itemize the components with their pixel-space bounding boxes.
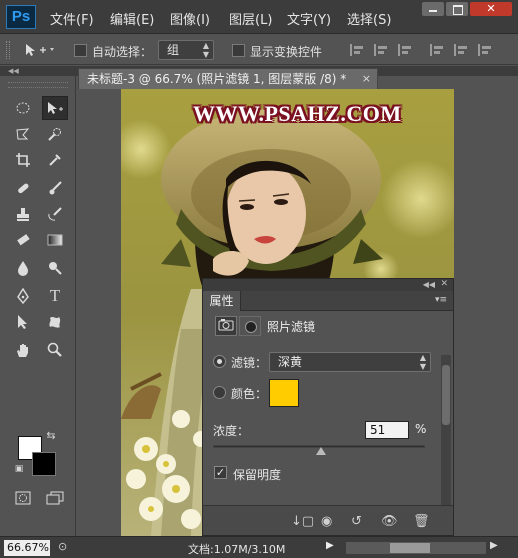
- pen-tool-icon[interactable]: [10, 284, 36, 308]
- brush-tool-icon[interactable]: [42, 176, 68, 200]
- scroll-right-arrow-icon[interactable]: ▶: [490, 540, 498, 551]
- filter-label: 滤镜：: [231, 356, 268, 370]
- menu-select[interactable]: 选择(S): [347, 9, 391, 28]
- tools-collapse-icon[interactable]: ◀◀: [0, 66, 76, 76]
- align-left-icon[interactable]: [350, 44, 364, 56]
- menu-image[interactable]: 图像(I): [170, 9, 210, 28]
- preserve-luminosity-label: 保留明度: [233, 468, 282, 482]
- horizontal-scrollbar-thumb[interactable]: [390, 543, 430, 553]
- swap-colors-icon[interactable]: ⇆: [44, 428, 58, 442]
- scrollbar-thumb[interactable]: [442, 365, 450, 425]
- screen-mode-icon[interactable]: [42, 486, 68, 510]
- density-input[interactable]: 51: [365, 421, 409, 439]
- properties-panel-header: ◀◀ ✕: [203, 279, 453, 291]
- move-tool-preset-icon[interactable]: [24, 42, 56, 62]
- marquee-tool-icon[interactable]: [10, 96, 36, 120]
- close-button[interactable]: ✕: [470, 2, 512, 16]
- path-selection-tool-icon[interactable]: [10, 310, 36, 334]
- custom-shape-tool-icon[interactable]: [42, 310, 68, 334]
- move-tool-icon[interactable]: [42, 96, 68, 120]
- photoshop-logo: Ps: [6, 5, 36, 29]
- blur-tool-icon[interactable]: [10, 256, 36, 280]
- filter-value: 深黄: [278, 355, 303, 369]
- density-unit: %: [415, 422, 427, 436]
- adjustment-title: 照片滤镜: [267, 320, 316, 334]
- crop-tool-icon[interactable]: [10, 148, 36, 172]
- clone-stamp-tool-icon[interactable]: [10, 202, 36, 226]
- tools-panel: ◀◀ T ⇆ ▣: [0, 66, 76, 536]
- filter-color-swatch[interactable]: [269, 379, 299, 407]
- hand-tool-icon[interactable]: [10, 338, 36, 362]
- document-tab-title: 未标题-3 @ 66.7% (照片滤镜 1, 图层蒙版 /8) *: [87, 72, 347, 86]
- watermark-text: WWW.PSAHZ.COM: [193, 101, 402, 126]
- quick-mask-icon[interactable]: [10, 486, 36, 510]
- menu-layer[interactable]: 图层(L): [229, 9, 272, 28]
- menu-bar: Ps 文件(F) 编辑(E) 图像(I) 图层(L) 文字(Y) 选择(S) ✕: [0, 0, 518, 34]
- color-radio[interactable]: [213, 386, 226, 399]
- minimize-button[interactable]: [422, 2, 444, 16]
- show-transform-label: 显示变换控件: [250, 45, 323, 59]
- auto-select-value: 组: [167, 43, 180, 57]
- panel-menu-icon[interactable]: ▾≡: [435, 295, 447, 305]
- collapse-panel-icon[interactable]: ◀◀: [423, 279, 435, 290]
- menu-edit[interactable]: 编辑(E): [110, 9, 154, 28]
- auto-select-label: 自动选择：: [92, 45, 153, 59]
- toggle-visibility-icon[interactable]: 👁: [381, 514, 398, 529]
- auto-select-dropdown[interactable]: 组 ▲ ▼: [158, 40, 214, 60]
- background-color-swatch[interactable]: [32, 452, 56, 476]
- tab-properties[interactable]: 属性: [203, 291, 241, 311]
- dropdown-arrows-icon: ▲ ▼: [202, 41, 209, 59]
- align-center-icon[interactable]: [374, 44, 388, 56]
- density-label: 浓度：: [213, 424, 250, 438]
- maximize-button[interactable]: [446, 2, 468, 16]
- align-bottom-icon[interactable]: [478, 44, 492, 56]
- color-label: 颜色：: [231, 387, 268, 401]
- document-size-info: 文档:1.07M/3.10M: [188, 543, 286, 556]
- close-panel-icon[interactable]: ✕: [440, 279, 448, 290]
- document-close-icon[interactable]: ×: [362, 69, 371, 89]
- properties-footer: ↓▢ ◉ ↺ 👁 🗑: [203, 505, 453, 535]
- status-bar: 66.67% ⊙ 文档:1.07M/3.10M ▶ ▶: [0, 536, 518, 558]
- default-colors-icon[interactable]: ▣: [12, 462, 26, 476]
- document-tab[interactable]: 未标题-3 @ 66.7% (照片滤镜 1, 图层蒙版 /8) * ×: [78, 68, 378, 89]
- clip-to-layer-icon[interactable]: ↓▢: [291, 514, 314, 529]
- dropdown-arrows-icon: ▲ ▼: [419, 353, 426, 371]
- show-transform-checkbox[interactable]: [232, 44, 245, 57]
- eraser-tool-icon[interactable]: [10, 228, 36, 252]
- properties-scrollbar[interactable]: [441, 355, 451, 505]
- filter-radio[interactable]: [213, 355, 226, 368]
- history-brush-tool-icon[interactable]: [42, 202, 68, 226]
- options-grip[interactable]: [6, 41, 10, 59]
- quick-selection-tool-icon[interactable]: [42, 122, 68, 146]
- density-slider-thumb[interactable]: [316, 447, 327, 455]
- menu-type[interactable]: 文字(Y): [287, 9, 331, 28]
- status-menu-arrow-icon[interactable]: ▶: [326, 540, 334, 551]
- tools-grip[interactable]: [8, 82, 68, 88]
- layer-mask-icon[interactable]: [239, 316, 261, 336]
- healing-brush-tool-icon[interactable]: [10, 176, 36, 200]
- align-top-icon[interactable]: [430, 44, 444, 56]
- type-tool-icon[interactable]: T: [42, 284, 68, 308]
- properties-tab-bar: 属性 ▾≡: [203, 291, 453, 311]
- dodge-tool-icon[interactable]: [42, 256, 68, 280]
- lasso-tool-icon[interactable]: [10, 122, 36, 146]
- eyedropper-tool-icon[interactable]: [42, 148, 68, 172]
- status-info-icon[interactable]: ⊙: [58, 540, 67, 553]
- reset-icon[interactable]: ↺: [351, 514, 362, 529]
- filter-dropdown[interactable]: 深黄 ▲ ▼: [269, 352, 431, 372]
- align-middle-icon[interactable]: [454, 44, 468, 56]
- preserve-luminosity-checkbox[interactable]: ✓: [214, 466, 227, 479]
- zoom-level[interactable]: 66.67%: [4, 540, 50, 556]
- delete-adjustment-icon[interactable]: 🗑: [413, 514, 430, 529]
- align-right-icon[interactable]: [398, 44, 412, 56]
- properties-panel: ◀◀ ✕ 属性 ▾≡ 照片滤镜 滤镜： 深黄 ▲ ▼ 颜色： 浓度： 51 % ✓…: [202, 278, 454, 536]
- menu-file[interactable]: 文件(F): [50, 9, 94, 28]
- auto-select-checkbox[interactable]: [74, 44, 87, 57]
- view-previous-state-icon[interactable]: ◉: [321, 514, 332, 529]
- horizontal-scrollbar[interactable]: [346, 542, 486, 554]
- photo-filter-adjustment-icon[interactable]: [215, 316, 237, 336]
- options-bar: 自动选择： 组 ▲ ▼ 显示变换控件: [0, 35, 518, 65]
- zoom-tool-icon[interactable]: [42, 338, 68, 362]
- gradient-tool-icon[interactable]: [42, 228, 68, 252]
